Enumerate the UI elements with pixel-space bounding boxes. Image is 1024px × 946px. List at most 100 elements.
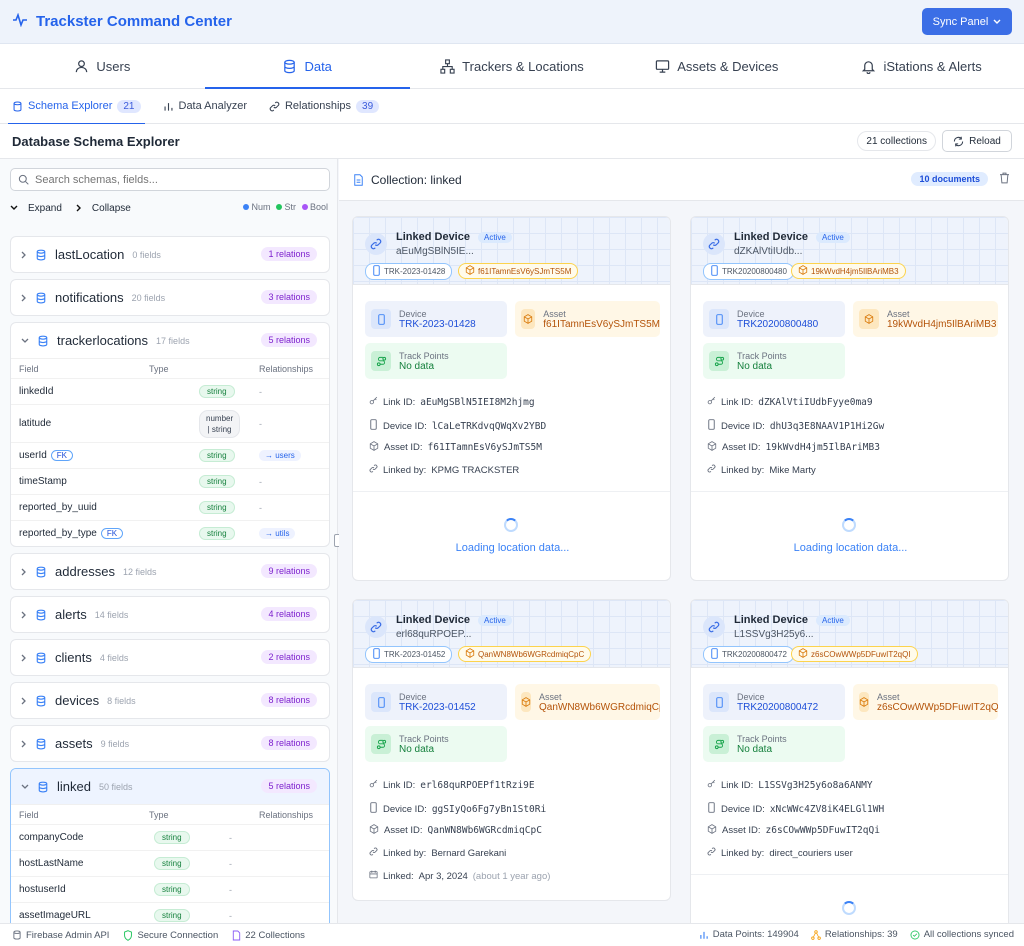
type-badge: string xyxy=(199,385,235,398)
field-row[interactable]: linkedId string - xyxy=(11,378,329,404)
tab-users[interactable]: Users xyxy=(0,44,205,88)
link-icon xyxy=(365,233,387,255)
synced-label: All collections synced xyxy=(923,929,1014,940)
tab-assets-devices[interactable]: Assets & Devices xyxy=(614,44,819,88)
sync-panel-button[interactable]: Sync Panel xyxy=(922,8,1012,35)
collection-item[interactable]: clients 4 fields 2 relations xyxy=(10,639,330,676)
linked-device-card[interactable]: Linked Device Active L1SSVg3H25y6... TRK202… xyxy=(690,599,1009,946)
field-row[interactable]: reported_by_type FK string → utils xyxy=(11,520,329,546)
field-name: reported_by_uuid xyxy=(19,502,97,513)
type-badge: string xyxy=(154,831,190,844)
collection-header[interactable]: notifications 20 fields 3 relations xyxy=(11,280,329,315)
field-row[interactable]: reported_by_uuid string - xyxy=(11,494,329,520)
device-info-box[interactable]: Device TRK20200800472 xyxy=(703,684,845,720)
field-name: hostuserId xyxy=(19,884,66,895)
phone-icon xyxy=(710,265,719,278)
box-icon xyxy=(707,824,717,837)
reload-button[interactable]: Reload xyxy=(942,130,1012,152)
route-icon xyxy=(709,351,729,371)
linked-device-card[interactable]: Linked Device Active erl68quRPOEP... TRK-20… xyxy=(352,599,671,901)
link-icon xyxy=(369,847,378,859)
subtab-schema-explorer[interactable]: Schema Explorer 21 xyxy=(8,89,144,125)
tab-data[interactable]: Data xyxy=(204,44,410,89)
box-icon xyxy=(798,648,808,660)
field-row[interactable]: assetImageURL string - xyxy=(11,902,329,923)
collection-header[interactable]: alerts 14 fields 4 relations xyxy=(11,597,329,632)
subtab-data-analyzer[interactable]: Data Analyzer xyxy=(163,89,247,124)
tab-trackers-locations[interactable]: Trackers & Locations xyxy=(410,44,615,88)
chevron-right-icon xyxy=(21,568,26,575)
key-icon xyxy=(369,396,378,408)
collection-header[interactable]: clients 4 fields 2 relations xyxy=(11,640,329,675)
type-number: number xyxy=(206,413,234,423)
asset-info-box[interactable]: Asset 19kWvdH4jm5IlBAriMB3 xyxy=(853,301,998,337)
type-string: | string xyxy=(207,424,232,434)
relation-link[interactable]: → users xyxy=(259,450,301,461)
device-info-box[interactable]: Device TRK20200800480 xyxy=(703,301,845,337)
asset-info-box[interactable]: Asset z6sCOwWWp5DFuwIT2qQi xyxy=(853,684,998,720)
track-points-box[interactable]: Track Points No data xyxy=(365,726,507,762)
field-row[interactable]: hostuserId string - xyxy=(11,876,329,902)
asset-label: Asset xyxy=(877,691,900,702)
collection-header[interactable]: assets 9 fields 8 relations xyxy=(11,726,329,761)
collection-item[interactable]: assets 9 fields 8 relations xyxy=(10,725,330,762)
link-id-label: Link ID: xyxy=(383,779,416,791)
collection-header[interactable]: lastLocation 0 fields 1 relations xyxy=(11,237,329,272)
chevron-down-icon xyxy=(21,338,29,343)
collection-item[interactable]: devices 8 fields 8 relations xyxy=(10,682,330,719)
asset-label: Asset xyxy=(543,308,566,319)
field-count: 50 fields xyxy=(98,781,133,792)
database-icon xyxy=(36,695,46,706)
linked-by-row: Linked by: KPMG TRACKSTER xyxy=(369,464,519,476)
field-row[interactable]: timeStamp string - xyxy=(11,468,329,494)
documents-count-badge: 10 documents xyxy=(911,172,988,186)
collection-item[interactable]: alerts 14 fields 4 relations xyxy=(10,596,330,633)
collection-item[interactable]: lastLocation 0 fields 1 relations xyxy=(10,236,330,273)
collection-item-expanded[interactable]: trackerlocations 17 fields 5 relations F… xyxy=(10,322,330,547)
phone-icon xyxy=(709,692,729,712)
database-icon xyxy=(36,652,46,663)
expand-all-button[interactable]: Expand xyxy=(10,203,62,214)
field-row[interactable]: userId FK string → users xyxy=(11,442,329,468)
collection-header[interactable]: addresses 12 fields 9 relations xyxy=(11,554,329,589)
loading-text: Loading location data... xyxy=(455,542,570,554)
link-id-row: Link ID: erl68quRPOEPf1tRzi9E xyxy=(369,779,535,791)
track-value: No data xyxy=(737,360,773,372)
tab-istations-alerts[interactable]: iStations & Alerts xyxy=(819,44,1024,88)
relation-link[interactable]: → utils xyxy=(259,528,296,539)
field-row[interactable]: latitude number | string - xyxy=(11,404,329,442)
database-icon xyxy=(13,101,22,111)
field-row[interactable]: companyCode string - xyxy=(11,824,329,850)
collection-header[interactable]: devices 8 fields 8 relations xyxy=(11,683,329,718)
search-input[interactable] xyxy=(35,173,315,186)
collection-header[interactable]: trackerlocations 17 fields 5 relations xyxy=(11,323,329,358)
field-row[interactable]: hostLastName string - xyxy=(11,850,329,876)
collection-item-selected[interactable]: linked 50 fields 5 relations Field Type … xyxy=(10,768,330,923)
linked-device-card[interactable]: Linked Device Active aEuMgSBlN5IE... TRK-20… xyxy=(352,216,671,581)
collection-name: alerts xyxy=(55,607,87,622)
schema-count-badge: 21 xyxy=(117,99,141,113)
device-info-box[interactable]: Device TRK-2023-01428 xyxy=(365,301,507,337)
subtab-relationships[interactable]: Relationships 39 xyxy=(269,89,380,124)
collapse-all-button[interactable]: Collapse xyxy=(76,203,131,214)
device-id-label: Device ID: xyxy=(383,803,427,815)
collection-item[interactable]: notifications 20 fields 3 relations xyxy=(10,279,330,316)
phone-icon xyxy=(369,802,378,816)
asset-info-box[interactable]: Asset f61ITamnEsV6ySJmTS5M xyxy=(515,301,660,337)
track-points-box[interactable]: Track Points No data xyxy=(365,343,507,379)
field-name: latitude xyxy=(19,418,52,429)
track-points-box[interactable]: Track Points No data xyxy=(703,726,845,762)
track-points-box[interactable]: Track Points No data xyxy=(703,343,845,379)
tracker-tag: TRK20200800480 xyxy=(703,263,794,280)
bell-icon xyxy=(862,60,876,74)
collection-header[interactable]: linked 50 fields 5 relations xyxy=(11,769,329,804)
linked-device-card[interactable]: Linked Device Active dZKAlVtiIUdb... TRK202… xyxy=(690,216,1009,581)
linked-by-value: Bernard Garekani xyxy=(431,847,507,859)
api-label: Firebase Admin API xyxy=(26,929,110,941)
collection-item[interactable]: addresses 12 fields 9 relations xyxy=(10,553,330,590)
asset-info-box[interactable]: Asset QanWN8Wb6WGRcdmiqCpC xyxy=(515,684,660,720)
box-icon xyxy=(369,824,379,837)
trash-icon[interactable] xyxy=(999,172,1010,187)
device-info-box[interactable]: Device TRK-2023-01452 xyxy=(365,684,507,720)
relationships-label: Relationships: 39 xyxy=(824,929,898,940)
